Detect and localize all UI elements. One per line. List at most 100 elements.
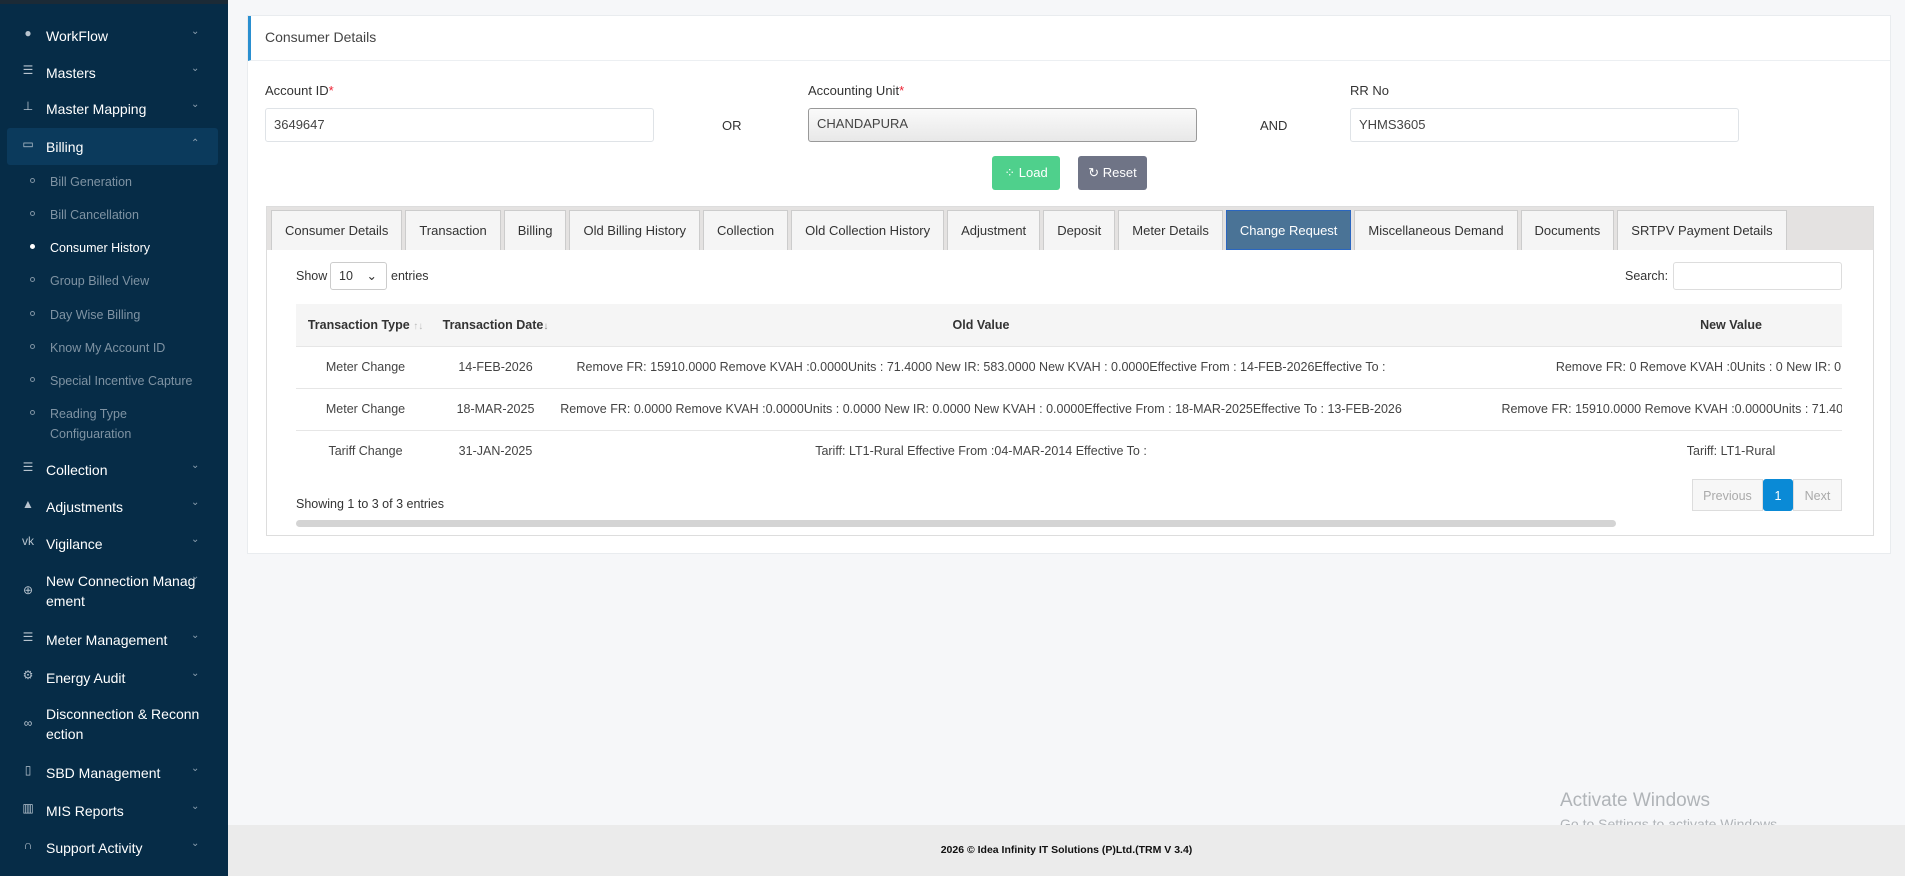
chevron-down-icon: ⌄ [191,571,200,582]
sidebar-item-meter-management[interactable]: ☰ Meter Management ⌄ [0,630,228,658]
chevron-down-icon: ⌄ [191,26,200,37]
table-info: Showing 1 to 3 of 3 entries [296,497,445,511]
bar-chart-icon: ▥ [22,801,34,815]
sidebar-item-disconnection[interactable]: ∞ Disconnection & Reconnection [0,704,228,748]
chevron-up-icon: ⌃ [191,138,200,149]
sort-icon: ↑↓ [413,320,424,332]
bullet-icon [30,410,35,415]
tab-transaction[interactable]: Transaction [405,210,501,250]
desktop-icon: ▭ [22,137,34,151]
tab-old-collection-history[interactable]: Old Collection History [791,210,945,250]
chevron-down-icon: ⌄ [191,99,200,110]
user-icon: ● [24,26,32,40]
chevron-down-icon: ⌄ [191,630,200,641]
sidebar-item-support-activity[interactable]: ∩ Support Activity ⌄ [0,838,228,866]
page-size-select[interactable]: 10 ⌄ [330,262,387,290]
search-label: Search: [1625,269,1669,283]
tab-billing[interactable]: Billing [503,210,567,250]
search-input[interactable] [1673,262,1842,290]
horizontal-scrollbar[interactable] [296,520,1616,527]
col-transaction-date[interactable]: Transaction Date↓ [435,304,556,346]
chevron-down-icon: ⌄ [366,269,377,283]
list-ol-icon: ☰ [22,460,34,474]
col-new-value[interactable]: New Value [1406,304,1842,346]
chevron-down-icon: ⌄ [191,763,200,774]
tab-documents[interactable]: Documents [1520,210,1615,250]
sidebar-item-adjustments[interactable]: ▲ Adjustments ⌄ [0,497,228,525]
chevron-down-icon: ⌄ [191,534,200,545]
table-row: Tariff Change 31-JAN-2025 Tariff: LT1-Rura… [296,429,1842,472]
list-icon: ☰ [22,630,34,644]
bullet-icon [30,377,35,382]
tab-deposit[interactable]: Deposit [1043,210,1116,250]
consumer-details-card: Consumer Details Account ID* 3649647 OR … [247,15,1891,554]
mobile-icon: ▯ [24,763,32,777]
tab-adjustment[interactable]: Adjustment [947,210,1041,250]
accounting-unit-select[interactable]: CHANDAPURA [808,108,1197,142]
tab-consumer-details[interactable]: Consumer Details [271,210,403,250]
sidebar-item-mis-reports[interactable]: ▥ MIS Reports ⌄ [0,801,228,829]
sidebar-item-energy-audit[interactable]: ⚙ Energy Audit ⌄ [0,668,228,696]
sidebar-item-new-connection[interactable]: ⊕ New Connection Management ⌄ [0,571,228,615]
previous-page-button[interactable]: Previous [1692,479,1763,511]
refresh-icon: ↻ [1088,165,1100,180]
bullet-icon [30,277,35,282]
card-title: Consumer Details [248,16,1890,61]
chevron-down-icon: ⌄ [191,668,200,679]
sitemap-icon: ⊥ [22,99,34,113]
change-request-table: Transaction Type ↑↓ Transaction Date↓ Ol… [296,304,1842,472]
page-1-button[interactable]: 1 [1763,479,1793,511]
tab-collection[interactable]: Collection [703,210,789,250]
cogs-icon: ⚙ [22,668,34,682]
tab-old-billing-history[interactable]: Old Billing History [569,210,701,250]
sidebar-item-vigilance[interactable]: vk Vigilance ⌄ [0,534,228,562]
chevron-down-icon: ⌄ [191,801,200,812]
tab-srtpv-payment-details[interactable]: SRTPV Payment Details [1617,210,1787,250]
chevron-down-icon: ⌄ [191,460,200,471]
load-button[interactable]: ⁘ Load [992,156,1060,190]
next-page-button[interactable]: Next [1793,479,1842,511]
or-label: OR [722,118,742,133]
sidebar-item-workflow[interactable]: ● WorkFlow ⌄ [0,26,228,54]
server-icon: ☰ [22,63,34,77]
headset-icon: ∩ [23,838,33,852]
sidebar-item-billing[interactable]: ▭ Billing ⌃ [7,128,218,165]
tab-meter-details[interactable]: Meter Details [1118,210,1223,250]
sidebar-item-master-mapping[interactable]: ⊥ Master Mapping ⌄ [0,99,228,127]
table-row: Meter Change 18-MAR-2025 Remove FR: 0.0000… [296,387,1842,431]
rr-no-input[interactable]: YHMS3605 [1350,108,1739,142]
entries-label: entries [391,269,429,283]
bullet-icon [30,344,35,349]
sidebar-item-sbd-management[interactable]: ▯ SBD Management ⌄ [0,763,228,791]
accounting-unit-label: Accounting Unit* [808,83,905,98]
footer: 2026 © Idea Infinity IT Solutions (P)Ltd… [228,825,1905,876]
col-transaction-type[interactable]: Transaction Type ↑↓ [296,304,435,346]
bullet-icon [30,311,35,316]
and-label: AND [1260,118,1288,133]
bullet-icon [30,178,35,183]
table-row: Meter Change 14-FEB-2026 Remove FR: 15910.… [296,345,1842,389]
sidebar-item-masters[interactable]: ☰ Masters ⌄ [0,63,228,91]
account-id-label: Account ID* [265,83,334,98]
sort-icon: ↓ [543,320,549,332]
road-icon: ▲ [22,497,34,511]
account-id-input[interactable]: 3649647 [265,108,654,142]
bullet-icon [30,211,35,216]
vk-icon: vk [22,534,34,548]
spinner-icon: ⁘ [1004,165,1016,180]
plus-circle-icon: ⊕ [22,583,34,597]
sidebar-item-collection[interactable]: ☰ Collection ⌄ [0,460,228,488]
bullet-icon [30,244,35,249]
reset-button[interactable]: ↻ Reset [1078,156,1147,190]
show-label: Show [296,269,328,283]
tab-bar: Consumer Details Transaction Billing Old… [267,207,1873,250]
chevron-down-icon: ⌄ [191,63,200,74]
chevron-down-icon: ⌄ [191,838,200,849]
col-old-value[interactable]: Old Value [556,304,1406,346]
chevron-down-icon: ⌄ [191,497,200,508]
link-icon: ∞ [23,716,33,730]
sidebar: ● WorkFlow ⌄ ☰ Masters ⌄ ⊥ Master Mapping ⌄ ▭ B… [0,0,228,876]
tab-change-request[interactable]: Change Request [1225,210,1352,250]
history-tabs: Consumer Details Transaction Billing Old… [266,206,1874,536]
tab-miscellaneous-demand[interactable]: Miscellaneous Demand [1354,210,1518,250]
